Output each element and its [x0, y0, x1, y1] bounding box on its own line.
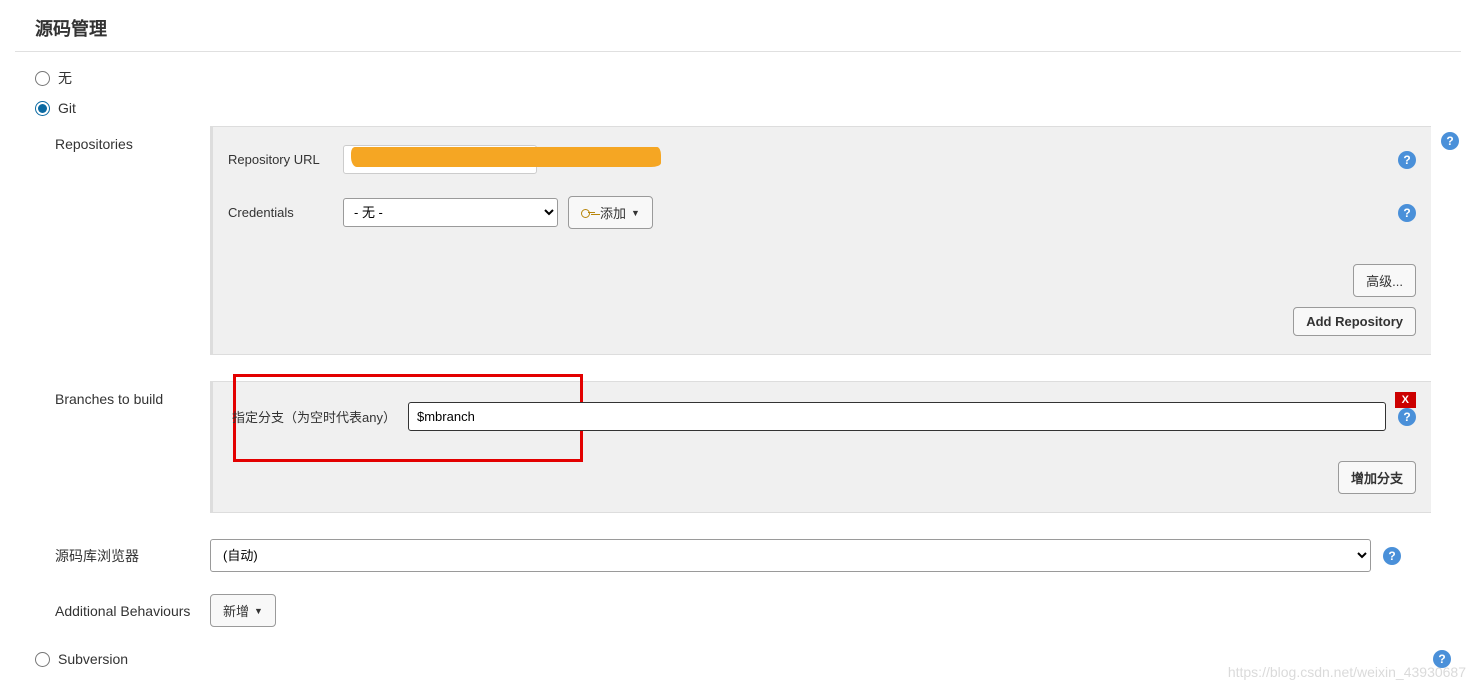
radio-subversion-label[interactable]: Subversion: [58, 651, 128, 667]
add-credentials-label: 添加: [600, 203, 626, 222]
branch-specifier-label: 指定分支（为空时代表any）: [228, 407, 408, 426]
key-icon: [581, 206, 595, 220]
add-branch-button[interactable]: 增加分支: [1338, 461, 1416, 494]
help-icon[interactable]: ?: [1433, 650, 1451, 668]
radio-none-label[interactable]: 无: [58, 68, 72, 88]
radio-subversion[interactable]: [35, 652, 50, 667]
add-repository-button[interactable]: Add Repository: [1293, 307, 1416, 336]
repository-url-label: Repository URL: [228, 152, 343, 167]
radio-git-label[interactable]: Git: [58, 100, 76, 116]
help-icon[interactable]: ?: [1398, 151, 1416, 169]
help-icon[interactable]: ?: [1441, 132, 1459, 150]
credentials-select[interactable]: - 无 -: [343, 198, 558, 227]
radio-git[interactable]: [35, 101, 50, 116]
repo-browser-label: 源码库浏览器: [55, 546, 210, 566]
radio-none[interactable]: [35, 71, 50, 86]
branch-specifier-input[interactable]: [408, 402, 1386, 431]
repositories-panel: ? Repository URL ? Credentials - 无 -: [210, 126, 1431, 355]
caret-down-icon: ▼: [631, 208, 640, 218]
help-icon[interactable]: ?: [1398, 408, 1416, 426]
help-icon[interactable]: ?: [1398, 204, 1416, 222]
repositories-label: Repositories: [55, 126, 210, 152]
help-icon[interactable]: ?: [1383, 547, 1401, 565]
add-behaviour-label: 新增: [223, 601, 249, 620]
credentials-label: Credentials: [228, 205, 343, 220]
repository-url-input[interactable]: [343, 145, 537, 174]
add-credentials-button[interactable]: 添加 ▼: [568, 196, 653, 229]
delete-branch-button[interactable]: X: [1395, 392, 1416, 408]
caret-down-icon: ▼: [254, 606, 263, 616]
branches-label: Branches to build: [55, 381, 210, 407]
repo-browser-select[interactable]: (自动): [210, 539, 1371, 572]
advanced-button[interactable]: 高级...: [1353, 264, 1416, 297]
add-behaviour-button[interactable]: 新增 ▼: [210, 594, 276, 627]
branches-panel: X 指定分支（为空时代表any） ? 增加分支: [210, 381, 1431, 513]
section-title: 源码管理: [15, 0, 1461, 52]
additional-behaviours-label: Additional Behaviours: [55, 603, 210, 619]
